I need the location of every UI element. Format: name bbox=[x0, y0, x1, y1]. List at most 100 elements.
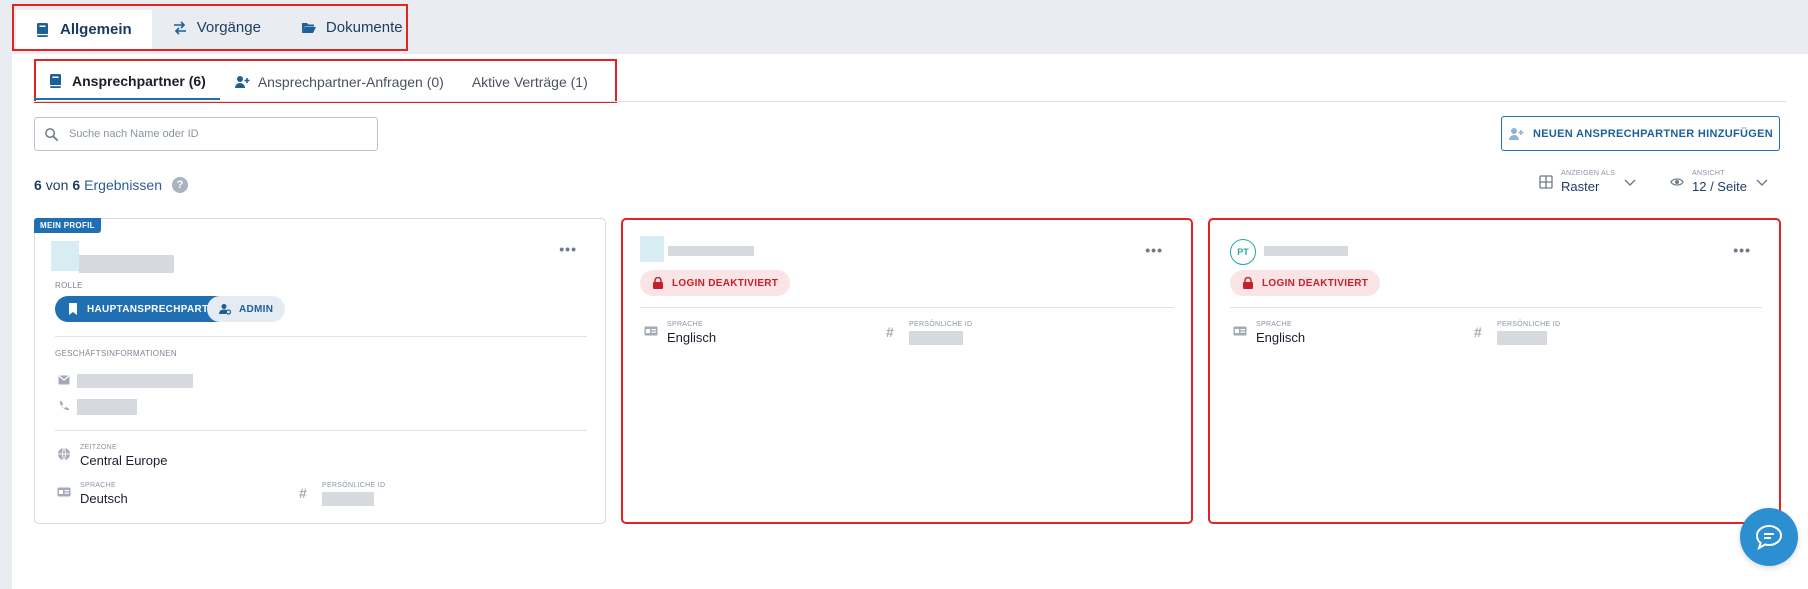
hash-icon: # bbox=[1474, 324, 1482, 340]
hash-icon: # bbox=[886, 324, 894, 340]
search-input[interactable] bbox=[69, 128, 359, 140]
tab-dokumente-label: Dokumente bbox=[325, 19, 403, 36]
user-plus-icon bbox=[1509, 127, 1524, 140]
id-card-icon bbox=[644, 326, 658, 336]
tab-ansprechpartner[interactable]: Ansprechpartner (6) bbox=[34, 64, 220, 100]
add-contact-label: NEUEN ANSPRECHPARTNER HINZUFÜGEN bbox=[1533, 127, 1773, 140]
tab-allgemein[interactable]: Allgemein bbox=[16, 10, 152, 49]
sub-tabs-divider bbox=[34, 101, 1786, 102]
tab-allgemein-label: Allgemein bbox=[60, 21, 132, 38]
chevron-down-icon bbox=[1756, 179, 1768, 186]
timezone-field: ZEITZONE Central Europe bbox=[57, 444, 167, 468]
email-redacted bbox=[77, 374, 193, 388]
eye-icon bbox=[1670, 178, 1684, 186]
tab-dokumente[interactable]: Dokumente bbox=[281, 6, 423, 49]
language-label: SPRACHE bbox=[1256, 321, 1292, 328]
language-value: Englisch bbox=[1256, 330, 1306, 345]
search-icon bbox=[45, 127, 59, 141]
contact-name-redacted bbox=[79, 255, 174, 273]
user-plus-icon bbox=[234, 76, 250, 88]
contact-name-redacted bbox=[1264, 246, 1348, 256]
lock-icon bbox=[653, 277, 663, 289]
avatar bbox=[51, 241, 79, 271]
more-options-button[interactable]: ••• bbox=[1733, 242, 1751, 258]
login-disabled-label: LOGIN DEAKTIVIERT bbox=[672, 277, 779, 289]
login-disabled-label: LOGIN DEAKTIVIERT bbox=[1262, 277, 1369, 289]
divider bbox=[640, 307, 1174, 308]
personal-id-field: # PERSÖNLICHE ID bbox=[299, 482, 385, 506]
chat-icon bbox=[1755, 524, 1783, 550]
avatar: PT bbox=[1230, 239, 1256, 265]
help-icon[interactable]: ? bbox=[172, 177, 188, 193]
divider bbox=[55, 430, 587, 431]
language-field: SPRACHE Deutsch bbox=[57, 482, 128, 506]
globe-icon bbox=[58, 447, 70, 461]
timezone-label: ZEITZONE bbox=[80, 444, 118, 451]
folder-open-icon bbox=[301, 22, 316, 33]
results-count: 6 von 6 Ergebnissen ? bbox=[34, 177, 188, 193]
book-icon bbox=[37, 22, 48, 37]
user-gear-icon bbox=[219, 304, 231, 315]
more-options-button[interactable]: ••• bbox=[1145, 242, 1163, 258]
tab-ansprechpartner-label: Ansprechpartner (6) bbox=[72, 73, 206, 89]
tab-vorgaenge-label: Vorgänge bbox=[196, 19, 261, 36]
book-icon bbox=[50, 74, 61, 88]
sub-tab-bar: Ansprechpartner (6) Ansprechpartner-Anfr… bbox=[34, 64, 602, 100]
display-as-value: Raster bbox=[1561, 179, 1600, 194]
id-card-icon bbox=[57, 487, 71, 497]
phone-icon bbox=[59, 401, 69, 411]
main-panel: Ansprechpartner (6) Ansprechpartner-Anfr… bbox=[12, 54, 1808, 589]
language-value: Deutsch bbox=[80, 491, 128, 506]
login-disabled-badge: LOGIN DEAKTIVIERT bbox=[1230, 270, 1381, 296]
results-von: von bbox=[45, 177, 69, 193]
personal-id-redacted bbox=[909, 331, 963, 345]
tab-aktive-vertraege[interactable]: Aktive Verträge (1) bbox=[458, 64, 602, 100]
avatar bbox=[640, 236, 664, 262]
role-label: ROLLE bbox=[55, 281, 83, 290]
bookmark-icon bbox=[69, 303, 77, 315]
personal-id-redacted bbox=[1497, 331, 1547, 345]
chat-button[interactable] bbox=[1740, 508, 1798, 566]
timezone-value: Central Europe bbox=[80, 453, 168, 468]
add-contact-button[interactable]: NEUEN ANSPRECHPARTNER HINZUFÜGEN bbox=[1501, 116, 1780, 151]
grid-icon bbox=[1539, 175, 1553, 189]
view-dropdown[interactable]: ANSICHT 12 / Seite bbox=[1670, 170, 1769, 194]
divider bbox=[55, 336, 587, 337]
language-value: Englisch bbox=[667, 330, 717, 345]
login-disabled-badge: LOGIN DEAKTIVIERT bbox=[640, 270, 791, 296]
results-label: Ergebnissen bbox=[84, 177, 162, 193]
language-label: SPRACHE bbox=[80, 482, 116, 489]
results-shown: 6 bbox=[34, 177, 42, 193]
display-as-label: ANZEIGEN ALS bbox=[1561, 170, 1616, 177]
role-admin-label: ADMIN bbox=[239, 303, 274, 315]
personal-id-label: PERSÖNLICHE ID bbox=[1497, 321, 1561, 328]
id-card-icon bbox=[1233, 326, 1247, 336]
personal-id-redacted bbox=[322, 492, 374, 506]
hash-icon: # bbox=[299, 485, 307, 501]
contact-card[interactable]: PT ••• LOGIN DEAKTIVIERT SPRACHE Englisc… bbox=[1208, 218, 1781, 524]
phone-redacted bbox=[77, 399, 137, 415]
chevron-down-icon bbox=[1624, 179, 1636, 186]
language-field: SPRACHE Englisch bbox=[1233, 321, 1305, 345]
tab-vertraege-label: Aktive Verträge (1) bbox=[471, 74, 588, 90]
tab-vorgaenge[interactable]: Vorgänge bbox=[152, 6, 281, 49]
my-profile-badge: MEIN PROFIL bbox=[34, 218, 101, 233]
transfer-arrows-icon bbox=[173, 20, 186, 35]
tab-ansprechpartner-anfragen[interactable]: Ansprechpartner-Anfragen (0) bbox=[220, 64, 458, 100]
personal-id-field: # PERSÖNLICHE ID bbox=[1474, 321, 1560, 345]
language-field: SPRACHE Englisch bbox=[644, 321, 716, 345]
contact-card[interactable]: ••• LOGIN DEAKTIVIERT SPRACHE Englisch #… bbox=[621, 218, 1193, 524]
contact-card[interactable]: MEIN PROFIL ••• ROLLE HAUPTANSPRECHPARTN… bbox=[34, 218, 606, 524]
language-label: SPRACHE bbox=[667, 321, 703, 328]
view-value: 12 / Seite bbox=[1692, 179, 1747, 194]
view-label: ANSICHT bbox=[1692, 170, 1725, 177]
tab-anfragen-label: Ansprechpartner-Anfragen (0) bbox=[257, 74, 444, 90]
mail-icon bbox=[58, 375, 70, 385]
results-total: 6 bbox=[72, 177, 81, 193]
top-tab-bar: Allgemein Vorgänge Dokumente bbox=[12, 4, 408, 51]
personal-id-label: PERSÖNLICHE ID bbox=[909, 321, 973, 328]
more-options-button[interactable]: ••• bbox=[559, 241, 577, 257]
divider bbox=[1230, 307, 1762, 308]
role-admin-badge: ADMIN bbox=[207, 296, 286, 322]
display-as-dropdown[interactable]: ANZEIGEN ALS Raster bbox=[1539, 170, 1637, 194]
